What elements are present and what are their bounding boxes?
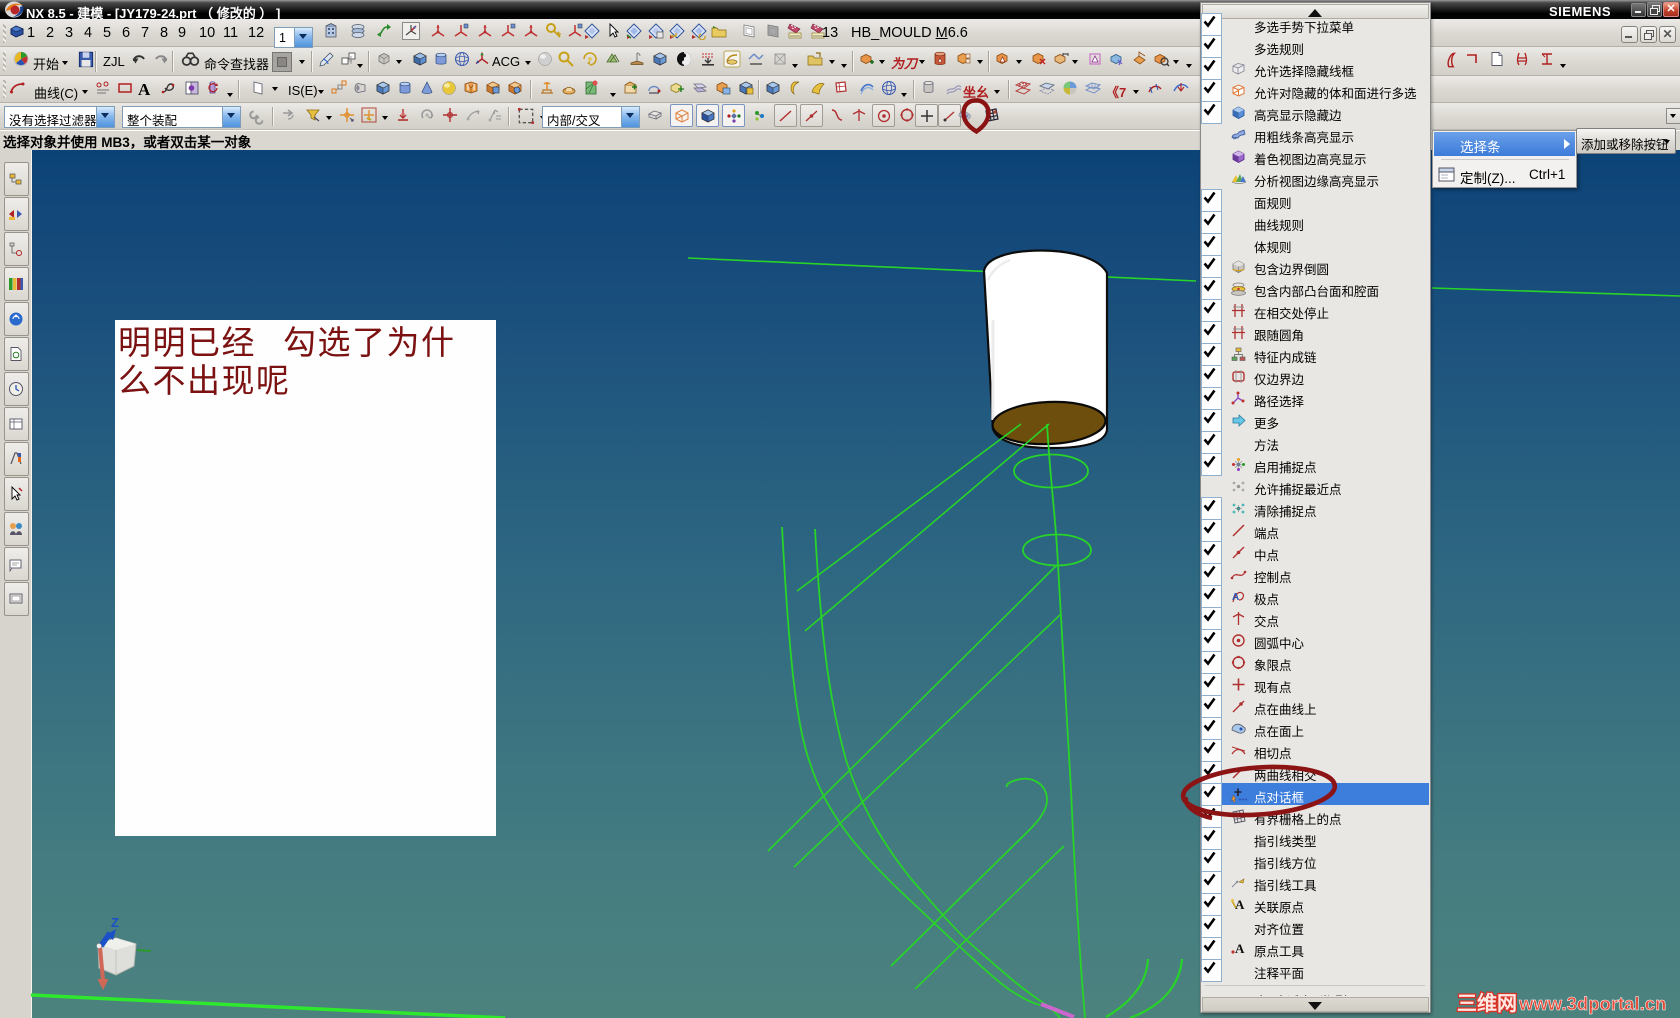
svg-text:A: A [1232, 592, 1239, 603]
svg-text:A: A [1235, 897, 1245, 912]
svg-text:A: A [1235, 941, 1245, 956]
